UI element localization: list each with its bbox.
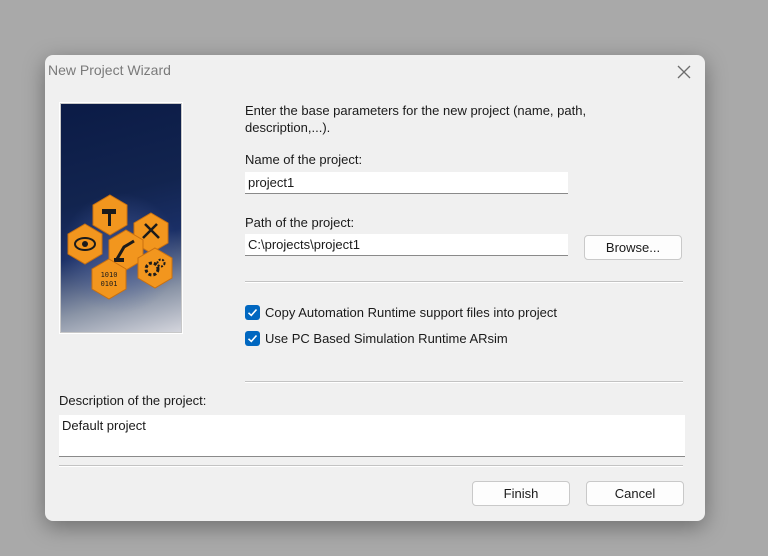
project-name-field[interactable] xyxy=(245,172,568,194)
dialog-title: New Project Wizard xyxy=(48,62,171,78)
use-arsim-label: Use PC Based Simulation Runtime ARsim xyxy=(265,330,508,346)
project-path-label: Path of the project: xyxy=(245,215,355,230)
use-arsim-checkbox[interactable] xyxy=(245,330,260,346)
wizard-banner-image: 1010 0101 xyxy=(59,102,183,334)
checkmark-icon xyxy=(247,308,258,317)
project-name-label: Name of the project: xyxy=(245,152,363,167)
divider-middle xyxy=(245,381,683,383)
close-button[interactable] xyxy=(671,59,697,85)
new-project-wizard-dialog: New Project Wizard 1010 0101 Enter the b… xyxy=(45,55,705,521)
project-path-field[interactable] xyxy=(245,234,568,256)
finish-button[interactable]: Finish xyxy=(472,481,570,506)
copy-runtime-checkbox[interactable] xyxy=(245,304,260,320)
description-field[interactable]: Default project xyxy=(59,415,685,457)
copy-runtime-label: Copy Automation Runtime support files in… xyxy=(265,304,557,320)
cancel-button[interactable]: Cancel xyxy=(586,481,684,506)
description-label: Description of the project: xyxy=(59,393,207,408)
use-arsim-option[interactable]: Use PC Based Simulation Runtime ARsim xyxy=(245,330,508,346)
copy-runtime-option[interactable]: Copy Automation Runtime support files in… xyxy=(245,304,557,320)
svg-text:1010: 1010 xyxy=(101,271,118,279)
svg-text:0101: 0101 xyxy=(101,280,118,288)
browse-button[interactable]: Browse... xyxy=(584,235,682,260)
divider-bottom xyxy=(59,465,683,467)
intro-text: Enter the base parameters for the new pr… xyxy=(245,103,587,135)
divider-top xyxy=(245,281,683,283)
checkmark-icon xyxy=(247,334,258,343)
close-icon xyxy=(677,65,691,79)
